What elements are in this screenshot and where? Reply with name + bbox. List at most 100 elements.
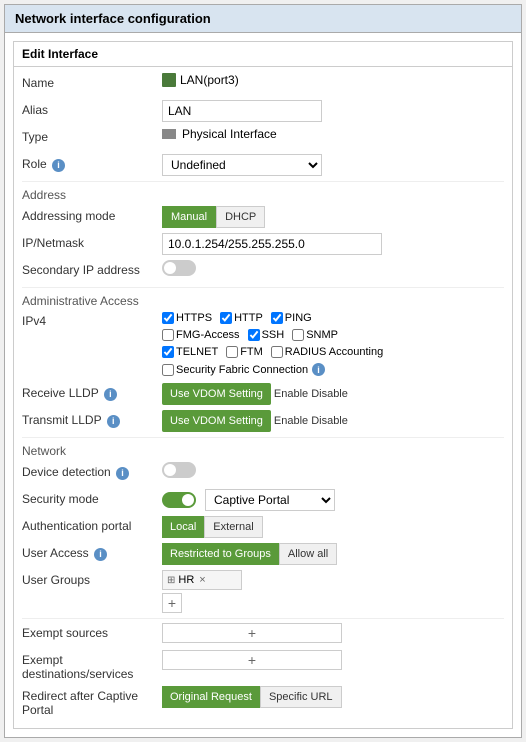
addressing-mode-group: Manual DHCP xyxy=(162,206,265,228)
exempt-dest-row: Exempt destinations/services + xyxy=(22,650,504,681)
telnet-label: TELNET xyxy=(176,346,218,358)
ip-netmask-row: IP/Netmask xyxy=(22,233,504,255)
device-detection-thumb xyxy=(164,464,176,476)
device-detection-value xyxy=(162,462,504,478)
type-icon xyxy=(162,129,176,139)
ip-netmask-input[interactable] xyxy=(162,233,382,255)
role-info-icon[interactable]: i xyxy=(52,159,65,172)
alias-input[interactable] xyxy=(162,100,322,122)
user-access-label-container: User Access i xyxy=(22,543,162,561)
auth-portal-external-btn[interactable]: External xyxy=(204,516,262,538)
user-groups-row: User Groups ⊞ HR × + xyxy=(22,570,504,613)
role-select[interactable]: Undefined xyxy=(162,154,322,176)
radius-checkbox-item[interactable]: RADIUS Accounting xyxy=(271,346,383,358)
secondary-ip-toggle[interactable] xyxy=(162,260,196,276)
dhcp-btn[interactable]: DHCP xyxy=(216,206,265,228)
user-groups-value: ⊞ HR × + xyxy=(162,570,504,613)
device-detection-toggle[interactable] xyxy=(162,462,196,478)
role-value-container: Undefined xyxy=(162,154,504,176)
auth-portal-local-btn[interactable]: Local xyxy=(162,516,204,538)
network-section-header: Network xyxy=(22,444,504,458)
inner-panel: Edit Interface Name LAN(port3) Alias xyxy=(13,41,513,729)
receive-lldp-value: Use VDOM Setting Enable Disable xyxy=(162,383,504,405)
transmit-lldp-vdom-btn[interactable]: Use VDOM Setting xyxy=(162,410,271,432)
fmg-checkbox-item[interactable]: FMG-Access xyxy=(162,329,240,341)
exempt-sources-label: Exempt sources xyxy=(22,623,162,640)
telnet-checkbox[interactable] xyxy=(162,346,174,358)
captive-portal-container: Captive Portal xyxy=(205,489,335,511)
name-row: Name LAN(port3) xyxy=(22,73,504,95)
group-icon: ⊞ xyxy=(167,575,175,586)
user-group-tag: ⊞ HR × xyxy=(162,570,242,590)
group-name: HR xyxy=(178,574,194,586)
receive-lldp-info-icon[interactable]: i xyxy=(104,388,117,401)
exempt-sources-add-btn[interactable]: + xyxy=(248,625,256,641)
ping-checkbox-item[interactable]: PING xyxy=(271,312,312,324)
ssh-checkbox[interactable] xyxy=(248,329,260,341)
alias-label: Alias xyxy=(22,100,162,117)
secfabric-info-icon[interactable]: i xyxy=(312,363,325,376)
transmit-lldp-info-icon[interactable]: i xyxy=(107,415,120,428)
checkbox-row-3: TELNET FTM RADIUS Accounting xyxy=(162,346,391,360)
secfabric-label: Security Fabric Connection xyxy=(176,364,308,376)
type-label: Type xyxy=(22,127,162,144)
checkbox-row-2: FMG-Access SSH SNMP xyxy=(162,329,346,343)
http-label: HTTP xyxy=(234,312,263,324)
divider-4 xyxy=(22,618,504,619)
remove-group-btn[interactable]: × xyxy=(199,574,205,586)
divider-1 xyxy=(22,181,504,182)
security-mode-select[interactable]: Captive Portal xyxy=(205,489,335,511)
original-request-btn[interactable]: Original Request xyxy=(162,686,260,708)
telnet-checkbox-item[interactable]: TELNET xyxy=(162,346,218,358)
radius-checkbox[interactable] xyxy=(271,346,283,358)
specific-url-btn[interactable]: Specific URL xyxy=(260,686,342,708)
receive-lldp-disable-link[interactable]: Disable xyxy=(311,388,348,400)
addressing-mode-label: Addressing mode xyxy=(22,206,162,223)
device-detection-label-container: Device detection i xyxy=(22,462,162,480)
restricted-to-groups-btn[interactable]: Restricted to Groups xyxy=(162,543,279,565)
alias-row: Alias xyxy=(22,100,504,122)
admin-access-section-header: Administrative Access xyxy=(22,294,504,308)
exempt-dest-value: + xyxy=(162,650,504,670)
security-mode-toggle[interactable] xyxy=(162,492,196,508)
auth-portal-group: Local External xyxy=(162,516,263,538)
receive-lldp-vdom-btn[interactable]: Use VDOM Setting xyxy=(162,383,271,405)
http-checkbox-item[interactable]: HTTP xyxy=(220,312,263,324)
add-group-btn[interactable]: + xyxy=(162,593,182,613)
security-mode-value: Captive Portal xyxy=(162,489,504,511)
security-mode-row: Security mode Captive Portal xyxy=(22,489,504,511)
ping-checkbox[interactable] xyxy=(271,312,283,324)
https-checkbox-item[interactable]: HTTPS xyxy=(162,312,212,324)
receive-lldp-enable-link[interactable]: Enable xyxy=(274,388,308,400)
auth-portal-row: Authentication portal Local External xyxy=(22,516,504,538)
snmp-checkbox-item[interactable]: SNMP xyxy=(292,329,338,341)
ftm-checkbox[interactable] xyxy=(226,346,238,358)
transmit-lldp-enable-link[interactable]: Enable xyxy=(274,415,308,427)
device-detection-info-icon[interactable]: i xyxy=(116,467,129,480)
ssh-checkbox-item[interactable]: SSH xyxy=(248,329,285,341)
secondary-ip-value xyxy=(162,260,504,276)
https-checkbox[interactable] xyxy=(162,312,174,324)
name-text: LAN(port3) xyxy=(180,73,239,87)
secfabric-checkbox[interactable] xyxy=(162,364,174,376)
redirect-value: Original Request Specific URL xyxy=(162,686,504,708)
secfabric-checkbox-item[interactable]: Security Fabric Connection i xyxy=(162,363,325,376)
device-detection-row: Device detection i xyxy=(22,462,504,484)
alias-value-container xyxy=(162,100,504,122)
type-value-container: Physical Interface xyxy=(162,127,504,141)
manual-btn[interactable]: Manual xyxy=(162,206,216,228)
allow-all-btn[interactable]: Allow all xyxy=(279,543,337,565)
transmit-lldp-label-container: Transmit LLDP i xyxy=(22,410,162,428)
user-access-row: User Access i Restricted to Groups Allow… xyxy=(22,543,504,565)
user-access-info-icon[interactable]: i xyxy=(94,548,107,561)
ftm-label: FTM xyxy=(240,346,263,358)
http-checkbox[interactable] xyxy=(220,312,232,324)
fmg-checkbox[interactable] xyxy=(162,329,174,341)
addressing-mode-row: Addressing mode Manual DHCP xyxy=(22,206,504,228)
exempt-sources-input: + xyxy=(162,623,342,643)
exempt-dest-add-btn[interactable]: + xyxy=(248,652,256,668)
snmp-checkbox[interactable] xyxy=(292,329,304,341)
ftm-checkbox-item[interactable]: FTM xyxy=(226,346,263,358)
role-row: Role i Undefined xyxy=(22,154,504,176)
transmit-lldp-disable-link[interactable]: Disable xyxy=(311,415,348,427)
